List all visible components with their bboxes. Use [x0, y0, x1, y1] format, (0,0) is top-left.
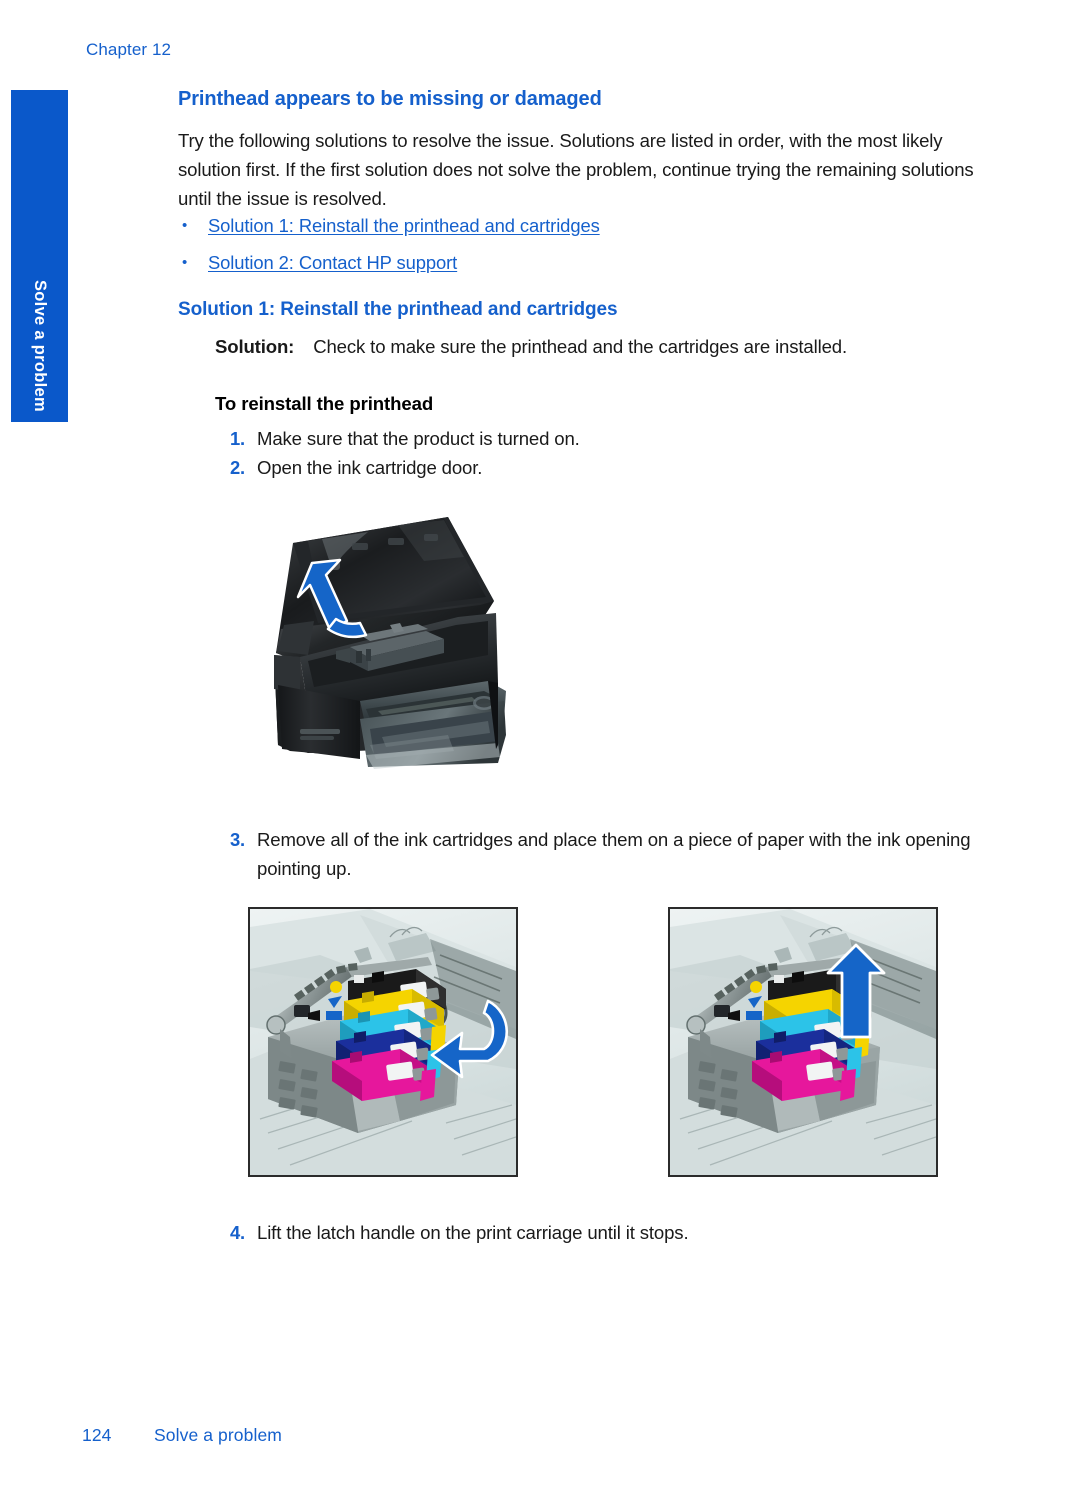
side-tab-label: Solve a problem: [31, 280, 49, 412]
side-tab-solve-a-problem: Solve a problem: [11, 90, 68, 422]
yellow-indicator-dot: [330, 981, 342, 993]
list-item: • Solution 2: Contact HP support: [178, 249, 958, 278]
step-text: Make sure that the product is turned on.: [257, 428, 580, 449]
procedure-step: 2. Open the ink cartridge door.: [215, 453, 1005, 482]
bullet-icon: •: [182, 254, 188, 271]
procedure-step: 1. Make sure that the product is turned …: [215, 424, 1005, 453]
print-carriage-illustration-right: [668, 907, 938, 1177]
footer-section-label: Solve a problem: [154, 1425, 282, 1445]
step-text: Open the ink cartridge door.: [257, 457, 483, 478]
procedure-title: To reinstall the printhead: [215, 393, 434, 414]
procedure-step: 4. Lift the latch handle on the print ca…: [215, 1218, 1005, 1247]
step-text: Lift the latch handle on the print carri…: [257, 1222, 689, 1243]
procedure-step: 3. Remove all of the ink cartridges and …: [215, 825, 1005, 883]
bullet-icon: •: [182, 217, 188, 234]
solution-1-heading: Solution 1: Reinstall the printhead and …: [178, 299, 618, 320]
carriage-figures-row: [248, 907, 938, 1179]
link-solution-2[interactable]: Solution 2: Contact HP support: [208, 252, 457, 273]
step-number: 2.: [229, 457, 245, 478]
carriage-cartridges-svg: [250, 909, 516, 1175]
step-number: 4.: [229, 1222, 245, 1243]
intro-paragraph: Try the following solutions to resolve t…: [178, 130, 974, 209]
print-carriage-illustration-left: [248, 907, 518, 1177]
page-title: Printhead appears to be missing or damag…: [178, 88, 602, 110]
chapter-running-head: Chapter 12: [86, 40, 172, 59]
step-number: 3.: [229, 829, 245, 850]
step-number: 1.: [229, 428, 245, 449]
solution-links-list: • Solution 1: Reinstall the printhead an…: [178, 212, 958, 286]
side-tab-rotated-wrapper: Solve a problem: [11, 90, 68, 422]
printer-open-lid-svg: [274, 517, 506, 769]
printer-illustration: [248, 505, 563, 785]
solution-body-line: Solution: Check to make sure the printhea…: [215, 333, 1005, 361]
step-text: Remove all of the ink cartridges and pla…: [257, 829, 971, 879]
list-item: • Solution 1: Reinstall the printhead an…: [178, 212, 958, 241]
solution-label: Solution:: [215, 336, 295, 357]
page-number: 124: [82, 1425, 112, 1445]
carriage-remove-cartridge-svg: [670, 909, 936, 1175]
link-solution-1[interactable]: Solution 1: Reinstall the printhead and …: [208, 215, 600, 236]
solution-body-text: Check to make sure the printhead and the…: [313, 336, 847, 357]
page-footer: 124 Solve a problem: [82, 1425, 282, 1446]
